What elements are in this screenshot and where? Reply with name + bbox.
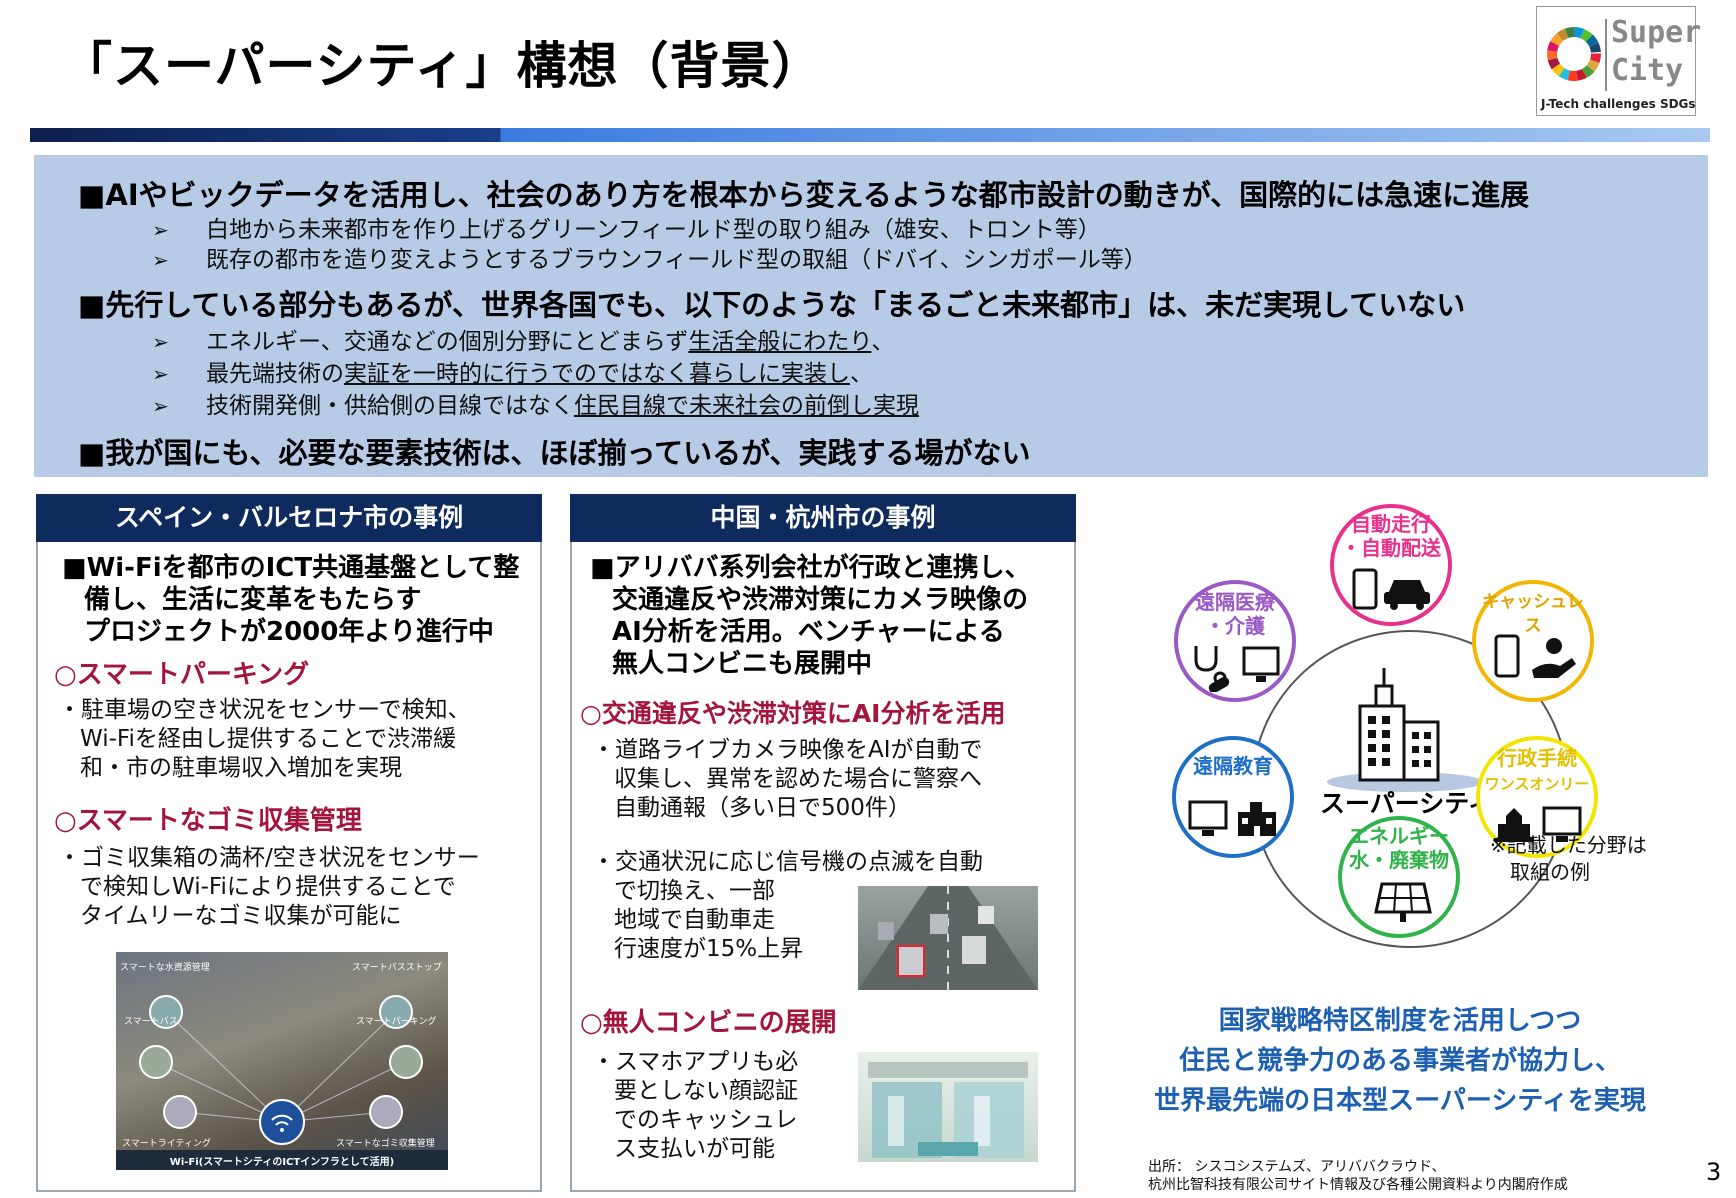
logo-text-super: Super (1611, 15, 1702, 50)
conclusion-line-1: 国家戦略特区制度を活用しつつ (1218, 1006, 1582, 1036)
background-point-1: ■AIやビックデータを活用し、社会のあり方を根本から変えるような都市設計の動きが… (78, 178, 1530, 212)
background-sub-3: ➢ エネルギー、交通などの個別分野にとどまらず生活全般にわたり、 (152, 329, 895, 355)
title-underline-bar (30, 128, 1710, 142)
hangzhou-store-line-1: ・スマホアプリも必 (592, 1049, 799, 1075)
node-remote-education-label: 遠隔教育 (1193, 754, 1273, 778)
barcelona-garbage-line-3: タイムリーなゴミ収集が可能に (80, 903, 402, 929)
barcelona-garbage-line-2: で検知しWi-Fiにより提供することで (80, 874, 456, 900)
node-remote-medical-label-2: ・介護 (1205, 614, 1265, 638)
hangzhou-store-line-2: 要としない顔認証 (614, 1078, 798, 1104)
phone-car-icon (1352, 568, 1430, 610)
barcelona-lead-2: 備し、生活に変革をもたらす (84, 585, 422, 615)
node-admin-label-2: ワンスオンリー (1484, 775, 1590, 793)
node-remote-medical-label-1: 遠隔医療 (1195, 590, 1275, 614)
node-cashless: キャッシュレス (1472, 580, 1594, 702)
logo-divider (1605, 19, 1607, 91)
hangzhou-store-line-3: でのキャッシュレ (614, 1107, 798, 1133)
barcelona-case-box: スペイン・バルセロナ市の事例 ■Wi-Fiを都市のICT共通基盤として整 備し、… (36, 494, 542, 1192)
node-autonomous-driving: 自動走行 ・自動配送 (1330, 504, 1452, 626)
hangzhou-signal-line-2: で切換え、一部 (614, 878, 775, 904)
traffic-camera-photo (858, 886, 1038, 990)
photo-label-bus: スマートバス (124, 1017, 178, 1027)
source-line-1: 出所： シスコシステムズ、アリババクラウド、 (1148, 1159, 1446, 1175)
photo-label-lighting: スマートライティング (122, 1139, 212, 1149)
node-energy-label-2: 水・廃棄物 (1349, 848, 1449, 872)
source-note: 出所： シスコシステムズ、アリババクラウド、 杭州比智科技有限公司サイト情報及び… (1148, 1158, 1568, 1194)
hangzhou-header: 中国・杭州市の事例 (570, 494, 1076, 542)
hangzhou-section-store: ○無人コンビニの展開 (580, 1008, 837, 1038)
logo-tagline: J-Tech challenges SDGs (1541, 97, 1696, 111)
node-remote-medical: 遠隔医療 ・介護 (1174, 580, 1296, 702)
barcelona-lead-1: ■Wi-Fiを都市のICT共通基盤として整 (62, 553, 520, 583)
node-energy-label-1: エネルギー (1349, 824, 1449, 848)
node-autonomous-driving-label-1: 自動走行 (1351, 512, 1431, 536)
hangzhou-signal-line-3: 地域で自動車走 (614, 907, 775, 933)
solar-panel-icon (1374, 882, 1432, 922)
hangzhou-lead-1: ■アリババ系列会社が行政と連携し、 (590, 553, 1031, 583)
node-cashless-label: キャッシュレス (1482, 592, 1584, 636)
background-sub-5: ➢ 技術開発側・供給側の目線ではなく住民目線で未来社会の前倒し実現 (152, 393, 919, 419)
source-line-2: 杭州比智科技有限公司サイト情報及び各種公開資料より内閣府作成 (1148, 1177, 1568, 1193)
barcelona-parking-line-2: Wi-Fiを経由し提供することで渋滞緩 (80, 726, 457, 752)
store-photo-overlay (868, 1062, 1028, 1158)
hangzhou-lead-4: 無人コンビニも展開中 (612, 649, 873, 679)
node-autonomous-driving-label-2: ・自動配送 (1341, 536, 1441, 560)
traffic-photo-overlay (858, 886, 1038, 990)
diagram-note-2: 取組の例 (1510, 860, 1590, 884)
barcelona-parking-line-1: ・駐車場の空き状況をセンサーで検知、 (58, 697, 471, 723)
stethoscope-monitor-icon (1194, 646, 1280, 692)
node-admin-label-1: 行政手続 (1497, 746, 1577, 770)
hangzhou-signal-line-1: ・交通状況に応じ信号機の点滅を自動 (592, 849, 983, 875)
phone-hand-icon (1494, 634, 1576, 678)
barcelona-garbage-line-1: ・ゴミ収集箱の満杯/空き状況をセンサー (58, 845, 480, 871)
background-sub-1: ➢ 白地から未来都市を作り上げるグリーンフィールド型の取り組み（雄安、トロント等） (152, 217, 1101, 243)
barcelona-section-garbage: ○スマートなゴミ収集管理 (54, 806, 362, 836)
hangzhou-lead-2: 交通違反や渋滞対策にカメラ映像の (612, 585, 1029, 615)
sdgs-wheel-icon (1547, 26, 1601, 81)
monitor-school-icon (1188, 800, 1276, 836)
hangzhou-case-box: 中国・杭州市の事例 ■アリババ系列会社が行政と連携し、 交通違反や渋滞対策にカメ… (570, 494, 1076, 1192)
photo-label-parking: スマートパーキング (356, 1017, 437, 1027)
barcelona-parking-line-3: 和・市の駐車場収入増加を実現 (80, 755, 402, 781)
page-number: 3 (1706, 1158, 1722, 1186)
skyscraper-icon (1327, 668, 1483, 792)
page-title: 「スーパーシティ」構想（背景） (62, 37, 823, 95)
super-city-diagram: スーパーシティ 自動走行 ・自動配送 キャッシュレス 行政手続 ワンスオンリー (1160, 504, 1720, 994)
photo-label-busstop: スマートバスストップ (352, 963, 442, 973)
unmanned-store-photo (858, 1052, 1038, 1162)
barcelona-header: スペイン・バルセロナ市の事例 (36, 494, 542, 542)
hangzhou-ai-line-2: 収集し、異常を認めた場合に警察へ (614, 766, 982, 792)
center-label: スーパーシティ (1320, 789, 1493, 818)
barcelona-lead-3: プロジェクトが2000年より進行中 (84, 617, 494, 647)
hangzhou-section-ai: ○交通違反や渋滞対策にAI分析を活用 (580, 699, 1006, 728)
hangzhou-store-line-4: ス支払いが可能 (614, 1136, 775, 1162)
hangzhou-ai-line-1: ・道路ライブカメラ映像をAIが自動で (592, 737, 983, 763)
background-point-3: ■我が国にも、必要な要素技術は、ほぼ揃っているが、実践する場がない (78, 436, 1031, 470)
photo-caption-wifi: Wi-Fi(スマートシティのICTインフラとして活用) (169, 1157, 395, 1168)
hangzhou-signal-line-4: 行速度が15%上昇 (614, 936, 804, 962)
logo-text-city: City (1611, 53, 1684, 88)
barcelona-wifi-photo: スマートな水資源管理 スマートバスストップ スマートバス スマートパーキング ス… (116, 952, 448, 1170)
background-point-2: ■先行している部分もあるが、世界各国でも、以下のような「まるごと未来都市」は、未… (78, 288, 1466, 322)
conclusion-line-3: 世界最先端の日本型スーパーシティを実現 (1154, 1086, 1646, 1116)
conclusion-line-2: 住民と競争力のある事業者が協力し、 (1178, 1046, 1621, 1076)
hangzhou-ai-line-3: 自動通報（多い日で500件） (614, 795, 911, 821)
background-sub-2: ➢ 既存の都市を造り変えようとするブラウンフィールド型の取組（ドバイ、シンガポール… (152, 247, 1147, 273)
background-sub-4: ➢ 最先端技術の実証を一時的に行うでのではなく暮らしに実装し、 (152, 361, 873, 387)
photo-label-water: スマートな水資源管理 (120, 963, 210, 973)
hangzhou-lead-3: AI分析を活用。ベンチャーによる (612, 617, 1005, 647)
diagram-note-1: ※記載した分野は (1490, 833, 1647, 857)
photo-label-garbage: スマートなゴミ収集管理 (336, 1139, 435, 1149)
node-remote-education: 遠隔教育 (1172, 736, 1294, 858)
super-city-logo: Super City J-Tech challenges SDGs (1536, 6, 1701, 116)
barcelona-section-parking: ○スマートパーキング (54, 660, 310, 690)
node-energy: エネルギー 水・廃棄物 (1338, 816, 1460, 938)
